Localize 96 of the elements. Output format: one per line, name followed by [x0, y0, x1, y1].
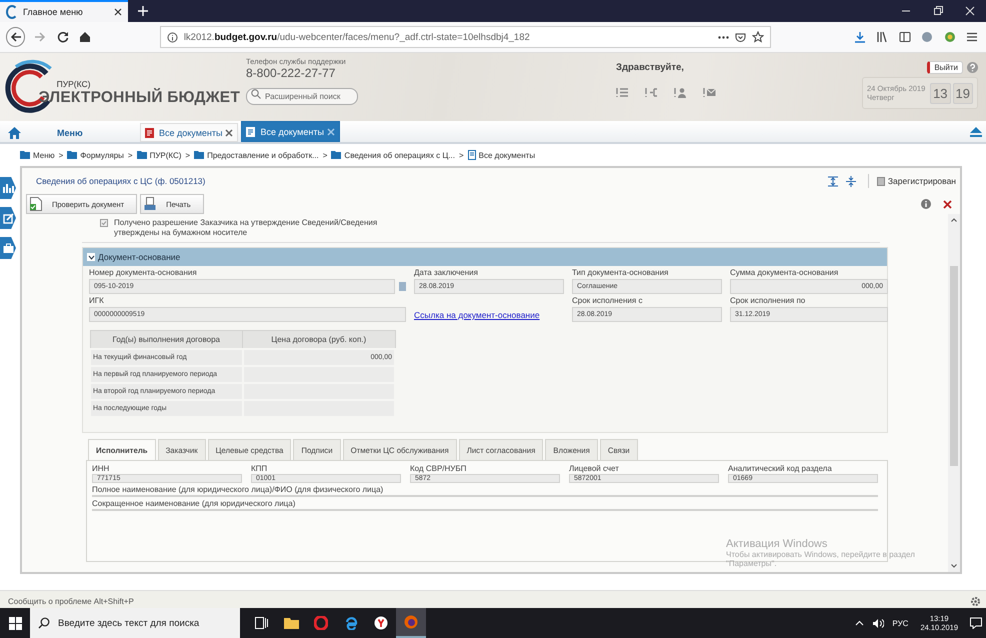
- search-icon: [38, 617, 50, 629]
- activation-text: "Параметры".: [726, 559, 778, 568]
- chart-icon[interactable]: [0, 177, 16, 199]
- field-label: Сумма документа-основания: [730, 268, 840, 277]
- collapse-all-icon[interactable]: [846, 176, 856, 186]
- home-icon: [8, 126, 21, 138]
- greeting-text: Здравствуйте,: [616, 62, 684, 72]
- check-document-icon: [30, 197, 42, 211]
- checkbox-icon: [100, 219, 108, 227]
- note-text: Получено разрешение Заказчика на утверждение Сведений/Сведения утверждены на бумажном носителе: [114, 218, 378, 238]
- collapse-icon[interactable]: [87, 253, 95, 261]
- structure-icon[interactable]: [645, 87, 658, 98]
- browser-tab[interactable]: Главное меню: [0, 0, 128, 22]
- status-text: Зарегистрирован: [888, 176, 956, 186]
- field-label: Аналитический код раздела: [728, 464, 833, 473]
- section-header[interactable]: Документ-основание: [83, 248, 887, 266]
- more-icon[interactable]: [718, 36, 730, 38]
- extension-icon[interactable]: [942, 29, 958, 45]
- breadcrumb-link[interactable]: Предоставление и обработк...: [194, 150, 319, 160]
- folder-icon: [331, 151, 342, 159]
- back-icon[interactable]: [6, 27, 26, 47]
- settings-icon[interactable]: [970, 596, 981, 606]
- taskbar-search-field[interactable]: Введите здесь текст для поиска: [30, 608, 240, 638]
- field-label: Дата заключения: [414, 268, 479, 277]
- folder-icon: [194, 151, 204, 159]
- status-bar-text: Сообщить о проблеме Alt+Shift+P: [8, 596, 134, 606]
- link[interactable]: Ссылка на документ-основание: [414, 310, 564, 320]
- breadcrumb-link[interactable]: Формуляры: [67, 150, 124, 160]
- breadcrumb-separator: >: [185, 150, 190, 160]
- field-label: Сокращенное наименование (для юридического лица): [92, 499, 296, 508]
- home-icon[interactable]: [77, 29, 93, 45]
- close-icon[interactable]: [225, 128, 234, 136]
- search-field[interactable]: Расширенный поиск: [246, 88, 358, 105]
- edit-icon[interactable]: [0, 207, 16, 229]
- site-icon: [6, 5, 18, 19]
- document-tab[interactable]: Все документы: [140, 123, 238, 142]
- column-header: Цена договора (руб. коп.): [242, 330, 395, 349]
- printer-icon: [144, 197, 156, 211]
- scroll-up-icon[interactable]: [951, 218, 957, 222]
- document-tab[interactable]: Все документы: [241, 121, 340, 142]
- column-header: Год(ы) выполнения договора: [90, 330, 242, 349]
- breadcrumb-separator: >: [128, 150, 133, 160]
- field-label: Срок исполнения по: [730, 296, 806, 305]
- close-icon[interactable]: [943, 200, 952, 208]
- field-label: Лицевой счет: [569, 464, 620, 473]
- field-label: ИНН: [92, 464, 110, 473]
- folder-icon: [67, 151, 78, 159]
- field-label: Код СВР/НУБП: [410, 464, 468, 473]
- logo-title: ЭЛЕКТРОННЫЙ БЮДЖЕТ: [38, 89, 240, 107]
- support-phone: 8-800-222-27-77: [246, 66, 336, 80]
- field-label: Полное наименование (для юридического лица)/ФИО (для физического лица): [92, 485, 384, 494]
- logout-button[interactable]: Выйти: [927, 60, 963, 74]
- field-label: Тип документа-основания: [572, 268, 670, 277]
- mail-icon[interactable]: [703, 87, 716, 98]
- help-icon[interactable]: [967, 62, 978, 72]
- folder-icon: [136, 151, 147, 159]
- field-label: Срок исполнения с: [572, 296, 644, 305]
- url-text: lk2012.budget.gov.ru/udu-webcenter/faces/menu?_adf.ctrl-state=10elhsdbj4_182: [184, 32, 530, 42]
- breadcrumb-link[interactable]: Все документы: [468, 150, 536, 160]
- breadcrumb-link[interactable]: Сведения об операциях с Ц...: [331, 150, 455, 160]
- expand-all-icon[interactable]: [828, 176, 838, 186]
- briefcase-icon[interactable]: [0, 237, 16, 259]
- download-icon[interactable]: [852, 29, 868, 45]
- scrollbar[interactable]: [948, 214, 960, 572]
- field-label: ИГК: [89, 296, 105, 305]
- breadcrumb-separator: >: [58, 150, 64, 160]
- address-bar[interactable]: lk2012.budget.gov.ru/udu-webcenter/faces/menu?_adf.ctrl-state=10elhsdbj4_182: [160, 26, 772, 48]
- breadcrumb-link[interactable]: Меню: [20, 150, 55, 160]
- field-label: Номер документа-основания: [89, 268, 198, 277]
- info-icon[interactable]: [921, 199, 931, 209]
- breadcrumb-separator: >: [322, 150, 328, 160]
- folder-icon: [20, 151, 30, 159]
- clock-minute: 19: [952, 82, 973, 104]
- activation-title: Активация Windows: [726, 538, 828, 550]
- pocket-icon[interactable]: [735, 32, 746, 42]
- breadcrumb-separator: >: [459, 150, 464, 160]
- page-icon: [468, 150, 476, 160]
- scroll-down-icon[interactable]: [951, 564, 957, 568]
- new-tab-icon[interactable]: [138, 6, 148, 16]
- close-icon[interactable]: [114, 8, 122, 16]
- firefox-icon[interactable]: [396, 608, 426, 638]
- search-icon: [251, 89, 261, 99]
- field-label: КПП: [251, 464, 268, 473]
- sidebar-icon[interactable]: [897, 29, 913, 45]
- menu-tab[interactable]: Меню: [8, 123, 140, 142]
- document-title: Сведения об операциях с ЦС (ф. 0501213): [36, 176, 206, 186]
- star-icon[interactable]: [752, 31, 764, 43]
- person-icon[interactable]: [674, 87, 687, 98]
- tab-title: Главное меню: [23, 7, 84, 17]
- activation-text: Чтобы активировать Windows, перейдите в раздел: [726, 550, 915, 559]
- list-icon[interactable]: [616, 87, 629, 98]
- breadcrumb-link[interactable]: ПУР(КС): [136, 150, 182, 160]
- info-icon: [166, 32, 178, 42]
- logo-subtitle: ПУР(КС): [56, 79, 90, 89]
- clock-hour: 13: [930, 82, 951, 104]
- language-indicator[interactable]: РУС: [888, 618, 912, 628]
